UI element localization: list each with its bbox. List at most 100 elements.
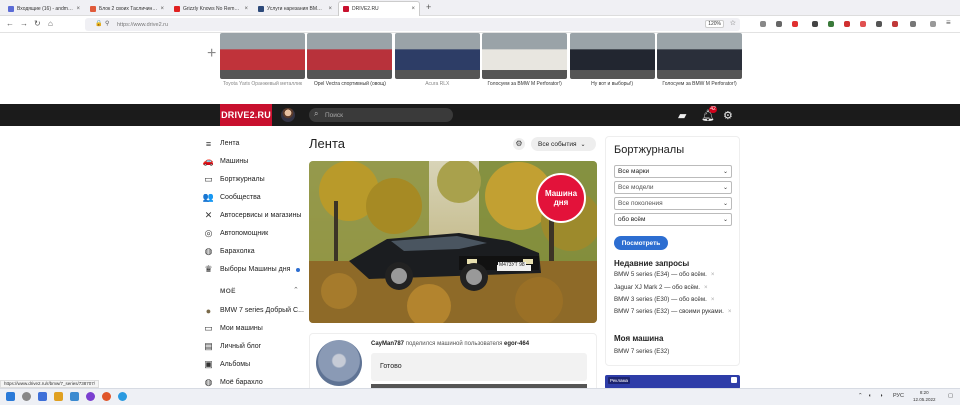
show-button[interactable]: Посмотреть [614,236,668,250]
back-icon[interactable]: ← [6,19,14,28]
settings-gear-icon[interactable]: ⚙ [723,109,733,122]
tray-chevron-icon[interactable]: ⌃ [858,393,863,399]
task-view-icon[interactable] [38,392,47,401]
sidebar-item[interactable]: 🚗 Машины [203,156,248,167]
user-avatar[interactable] [281,108,295,122]
extension-puzzle-icon[interactable] [910,21,916,27]
sidebar-item[interactable]: 👥 Сообщества [203,192,261,203]
car-photo[interactable] [220,33,305,79]
reload-icon[interactable]: ↻ [34,19,41,28]
post-author-avatar[interactable] [316,340,362,386]
new-tab-button[interactable]: + [426,2,431,12]
account-icon[interactable] [930,21,936,27]
car-card[interactable]: Голосуем за BMW M Perforator!) [482,33,568,87]
logbook-filter-select[interactable]: Все марки ⌄ [614,165,732,178]
taskbar-search-icon[interactable] [22,392,31,401]
logbook-filter-select[interactable]: Все поколения ⌄ [614,197,732,210]
browser-tab[interactable]: Блок 2 своих Тасличинника с...× [86,1,168,16]
car-caption[interactable]: Голосуем за BMW M Perforator!) [482,81,567,87]
tab-close-icon[interactable]: × [244,6,248,12]
car-caption[interactable]: Ну вот и выборы!) [570,81,655,87]
menu-icon[interactable]: ≡ [946,18,951,27]
extension-gray-icon[interactable] [876,21,882,27]
permissions-icon[interactable]: ⚲ [105,20,109,27]
mail-icon[interactable] [70,392,79,401]
taskbar-clock[interactable]: 8:20 12.05.2022 [913,389,936,403]
volume-icon[interactable]: ◗ [880,393,883,399]
sidebar-item[interactable]: ✕ Автосервисы и магазины [203,210,302,221]
my-car-link[interactable]: BMW 7 series (E32) [614,348,669,356]
car-caption[interactable]: Голосуем за BMW M Perforator!) [657,81,742,87]
start-icon[interactable] [6,392,15,401]
sidebar-mine-item[interactable]: ▤ Личный блог [203,341,261,352]
file-explorer-icon[interactable] [54,392,63,401]
telegram-icon[interactable] [118,392,127,401]
ad-info-icon[interactable] [731,377,737,383]
viber-icon[interactable] [86,392,95,401]
downloads-icon[interactable] [776,21,782,27]
browser-tab[interactable]: Grizzly Knows No Remorse - Ва... воспрои… [170,1,252,16]
logbook-filter-select[interactable]: обо всём ⌄ [614,213,732,226]
site-search-input[interactable]: ⌕ Поиск [309,108,453,122]
firefox-icon[interactable] [102,392,111,401]
tab-close-icon[interactable]: × [328,6,332,12]
logbook-filter-select[interactable]: Все модели ⌄ [614,181,732,194]
remove-request-icon[interactable]: × [728,308,732,315]
feed-filter-select[interactable]: Все события ⌄ [531,137,596,151]
home-icon[interactable]: ⌂ [48,19,53,28]
sidebar-mine-item[interactable]: ◍ Моё барахло [203,377,263,388]
car-card[interactable]: Голосуем за BMW M Perforator!) [657,33,742,87]
car-caption[interactable]: Opel Vectra спортивный (овощ) [307,81,392,87]
site-logo[interactable]: DRIVE2.RU [220,104,272,126]
extension-green-icon[interactable] [828,21,834,27]
car-photo[interactable] [657,33,742,79]
feed-settings-icon[interactable]: ⚙ [513,138,525,150]
collapse-caret-icon[interactable]: ⌃ [293,286,299,294]
car-caption[interactable]: Acura RLX [395,81,480,87]
sidebar-item[interactable]: ◎ Автопомощник [203,228,269,239]
post-author-link[interactable]: CayMan787 [371,341,404,347]
sidebar-item[interactable]: ♛ Выборы Машины дня [203,264,301,275]
car-photo[interactable] [394,33,480,79]
car-card[interactable]: Toyota Yaris Оранжевый металлик [220,33,305,87]
sidebar-item[interactable]: ◍ Барахолка [203,246,255,257]
remove-request-icon[interactable]: × [711,271,715,278]
recent-request[interactable]: Jaguar XJ Mark 2 — обо всём. × [614,284,732,292]
sidebar-mine-item[interactable]: ▣ Альбомы [203,359,250,370]
remove-request-icon[interactable]: × [711,296,715,303]
sidebar-item[interactable]: ≡ Лента [203,138,240,149]
sidebar-mine-item[interactable]: ▭ Мои машины [203,323,263,334]
pocket-icon[interactable] [760,21,766,27]
recent-request[interactable]: BMW 3 series (E30) — обо всём. × [614,296,732,304]
forward-icon[interactable]: → [20,19,28,28]
car-card[interactable]: Ну вот и выборы!) [569,33,655,87]
recent-request[interactable]: BMW 5 series (E34) — обо всём. × [614,271,732,279]
car-photo[interactable] [569,33,655,79]
car-caption[interactable]: Toyota Yaris Оранжевый металлик [220,81,305,87]
extension-red4-icon[interactable] [892,21,898,27]
car-card[interactable]: Opel Vectra спортивный (овощ) [307,33,393,87]
tab-close-icon[interactable]: × [411,6,415,12]
car-card[interactable]: Acura RLX [394,33,480,87]
zoom-level[interactable]: 120% [705,20,724,28]
extension-red3-icon[interactable] [860,21,866,27]
sidebar-mine-item[interactable]: ● BMW 7 series Добрый С... [203,305,304,316]
browser-tab[interactable]: Входящие (16) - andmwod@m...× [4,1,84,16]
browser-tab[interactable]: DRIVE2.RU × [338,1,420,16]
extension-red2-icon[interactable] [844,21,850,27]
extension-red-icon[interactable] [792,21,798,27]
browser-tab[interactable]: Услуги нарезания BMW E3...× [254,1,336,16]
notifications-icon[interactable]: ▢ [948,393,953,399]
post-target-link[interactable]: egor-464 [504,341,529,347]
language-indicator[interactable]: РУС [893,393,904,399]
tab-close-icon[interactable]: × [76,6,80,12]
car-photo[interactable] [482,33,568,79]
address-bar[interactable]: 🔒 ⚲ https://www.drive2.ru 120% ☆ [85,18,740,31]
car-photo[interactable] [307,33,393,79]
messages-icon[interactable]: ▰ [678,109,686,122]
tab-close-icon[interactable]: × [160,6,164,12]
extension-dark-icon[interactable] [812,21,818,27]
sidebar-item[interactable]: ▭ Бортжурналы [203,174,264,185]
bookmark-star-icon[interactable]: ☆ [730,19,736,27]
network-icon[interactable]: ◖ [868,393,871,399]
